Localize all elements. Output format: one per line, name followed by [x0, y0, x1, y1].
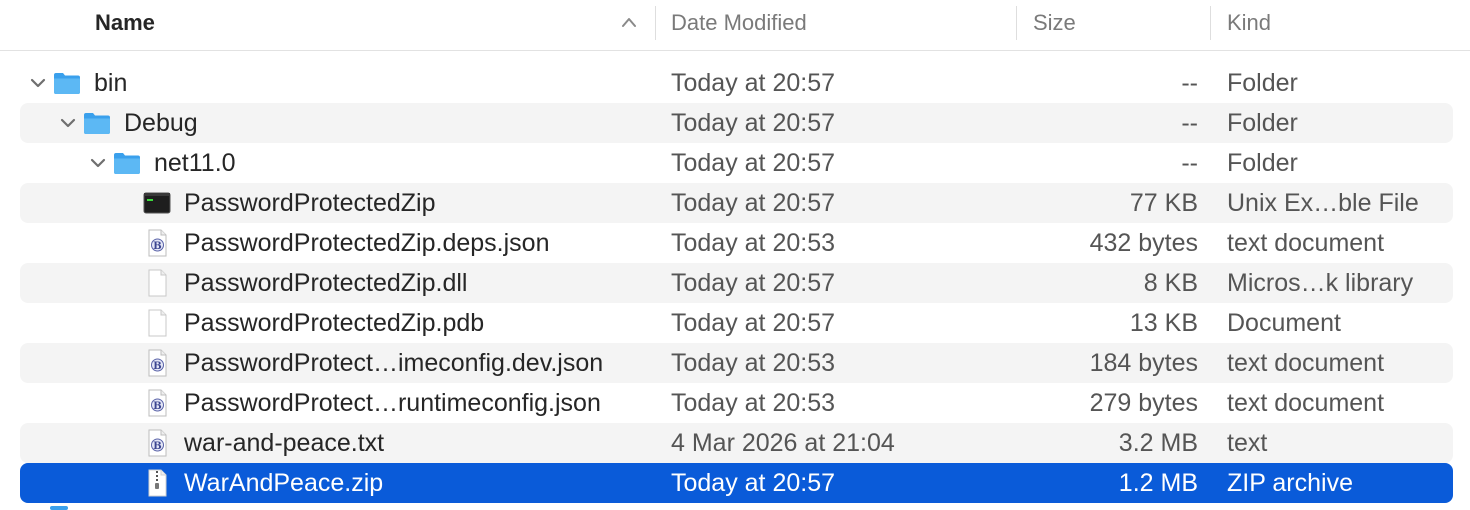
date-modified: Today at 20:57: [671, 309, 836, 337]
list-item[interactable]: B PasswordProtect…imeconfig.dev.json Tod…: [20, 343, 1453, 383]
svg-text:B: B: [153, 441, 161, 452]
file-name: war-and-peace.txt: [184, 429, 385, 457]
list-item[interactable]: net11.0 Today at 20:57 -- Folder: [20, 143, 1453, 183]
text-document-icon: B: [148, 349, 167, 377]
file-name: PasswordProtectedZip.dll: [184, 269, 468, 297]
date-modified: Today at 20:57: [671, 109, 836, 137]
list-item[interactable]: Debug Today at 20:57 -- Folder: [20, 103, 1453, 143]
list-item[interactable]: bin Today at 20:57 -- Folder: [20, 63, 1453, 103]
column-header-size[interactable]: Size: [1033, 0, 1076, 46]
date-modified: Today at 20:57: [671, 469, 836, 497]
list-item-selected[interactable]: WarAndPeace.zip Today at 20:57 1.2 MB ZI…: [20, 463, 1453, 503]
file-list: bin Today at 20:57 -- Folder Debug Today…: [0, 63, 1470, 503]
file-name: net11.0: [154, 149, 236, 177]
list-item[interactable]: PasswordProtectedZip.pdb Today at 20:57 …: [20, 303, 1453, 343]
file-kind: Micros…k library: [1227, 269, 1414, 297]
svg-text:B: B: [153, 401, 161, 412]
list-item[interactable]: B PasswordProtect…runtimeconfig.json Tod…: [20, 383, 1453, 423]
chevron-up-icon[interactable]: [621, 16, 637, 28]
file-size: 432 bytes: [1089, 229, 1198, 257]
chevron-down-icon[interactable]: [28, 73, 48, 93]
column-divider[interactable]: [1210, 6, 1211, 40]
column-header-kind[interactable]: Kind: [1227, 0, 1271, 46]
file-size: 1.2 MB: [1118, 469, 1198, 497]
column-header-date-modified[interactable]: Date Modified: [671, 0, 807, 46]
date-modified: Today at 20:53: [671, 229, 836, 257]
folder-icon: [54, 73, 80, 94]
file-kind: Unix Ex…ble File: [1227, 189, 1419, 217]
file-kind: Document: [1227, 309, 1341, 337]
column-divider[interactable]: [655, 6, 656, 40]
file-kind: text document: [1227, 349, 1385, 377]
file-kind: text document: [1227, 229, 1385, 257]
file-size: --: [1181, 109, 1198, 137]
date-modified: 4 Mar 2026 at 21:04: [671, 429, 895, 457]
file-name: PasswordProtectedZip.pdb: [184, 309, 485, 337]
file-kind: text: [1227, 429, 1268, 457]
file-kind: Folder: [1227, 109, 1298, 137]
blank-document-icon: [148, 309, 167, 337]
chevron-down-icon[interactable]: [88, 153, 108, 173]
blank-document-icon: [148, 269, 167, 297]
file-name: PasswordProtect…imeconfig.dev.json: [184, 349, 604, 377]
file-size: --: [1181, 149, 1198, 177]
column-header-name[interactable]: Name: [95, 0, 155, 46]
date-modified: Today at 20:57: [671, 149, 836, 177]
svg-text:B: B: [153, 361, 161, 372]
file-kind: ZIP archive: [1227, 469, 1353, 497]
list-item[interactable]: B PasswordProtectedZip.deps.json Today a…: [20, 223, 1453, 263]
folder-icon: [50, 506, 68, 510]
list-item[interactable]: PasswordProtectedZip.dll Today at 20:57 …: [20, 263, 1453, 303]
column-header-bar: Name Date Modified Size Kind: [0, 0, 1470, 51]
date-modified: Today at 20:53: [671, 349, 836, 377]
list-item[interactable]: PasswordProtectedZip Today at 20:57 77 K…: [20, 183, 1453, 223]
file-name: bin: [94, 69, 128, 97]
file-kind: Folder: [1227, 149, 1298, 177]
file-size: 279 bytes: [1089, 389, 1198, 417]
date-modified: Today at 20:53: [671, 389, 836, 417]
file-kind: Folder: [1227, 69, 1298, 97]
chevron-down-icon[interactable]: [58, 113, 78, 133]
file-name: Debug: [124, 109, 198, 137]
file-name: PasswordProtectedZip: [184, 189, 436, 217]
file-name: WarAndPeace.zip: [184, 469, 384, 497]
list-item[interactable]: B war-and-peace.txt 4 Mar 2026 at 21:04 …: [20, 423, 1453, 463]
zip-archive-icon: [148, 469, 167, 497]
file-name: PasswordProtectedZip.deps.json: [184, 229, 550, 257]
text-document-icon: B: [148, 229, 167, 257]
file-size: 77 KB: [1129, 189, 1198, 217]
file-size: 13 KB: [1129, 309, 1198, 337]
file-kind: text document: [1227, 389, 1385, 417]
finder-list-view: Name Date Modified Size Kind bin Today a…: [0, 0, 1470, 510]
text-document-icon: B: [148, 429, 167, 457]
date-modified: Today at 20:57: [671, 269, 836, 297]
date-modified: Today at 20:57: [671, 189, 836, 217]
file-name: PasswordProtect…runtimeconfig.json: [184, 389, 601, 417]
folder-icon: [114, 153, 140, 174]
file-size: 184 bytes: [1089, 349, 1198, 377]
svg-text:B: B: [153, 241, 161, 252]
date-modified: Today at 20:57: [671, 69, 836, 97]
text-document-icon: B: [148, 389, 167, 417]
folder-icon: [84, 113, 110, 134]
file-size: --: [1181, 69, 1198, 97]
file-size: 8 KB: [1143, 269, 1198, 297]
terminal-executable-icon: [143, 192, 171, 214]
column-divider[interactable]: [1016, 6, 1017, 40]
file-size: 3.2 MB: [1118, 429, 1198, 457]
